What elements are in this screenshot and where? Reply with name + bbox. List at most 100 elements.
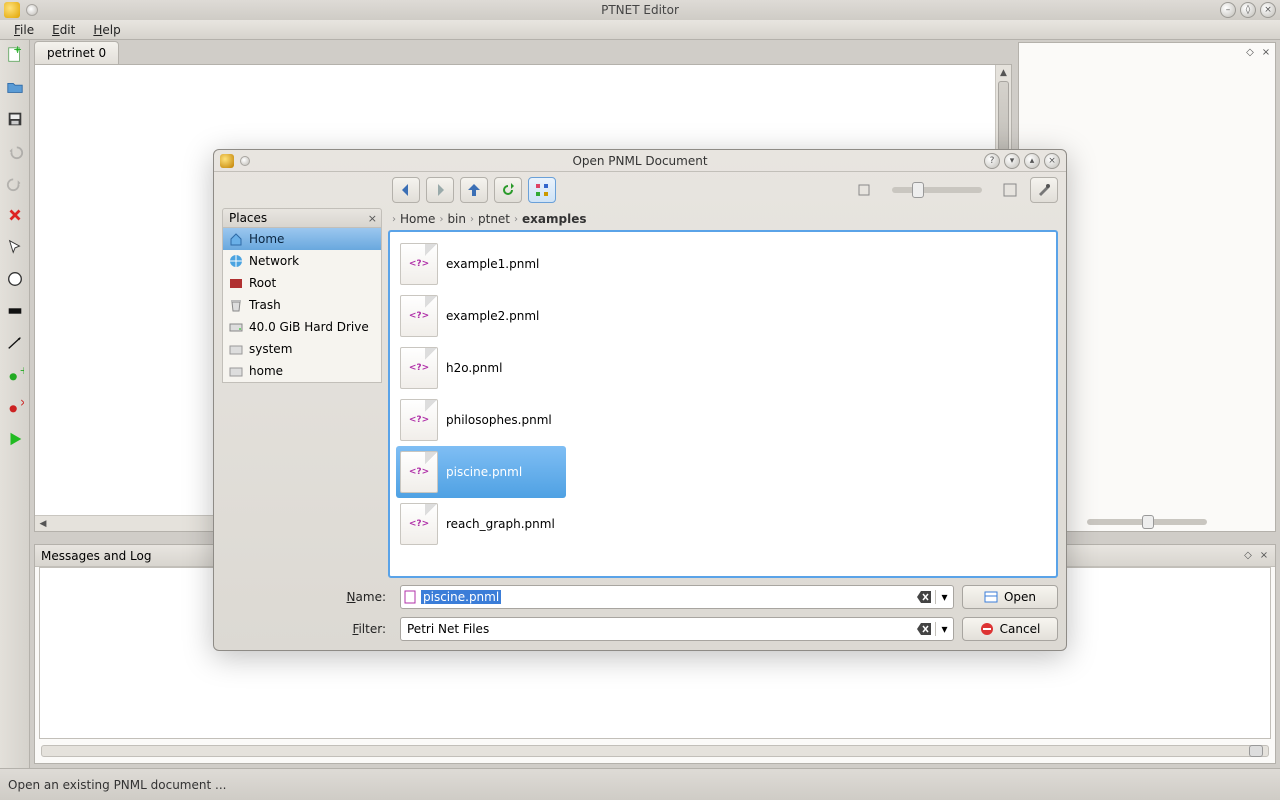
cancel-button-label: Cancel: [1000, 622, 1041, 636]
places-header: Places ×: [222, 208, 382, 228]
nav-back-button[interactable]: [392, 177, 420, 203]
redo-button: [4, 172, 26, 194]
delete-button[interactable]: [4, 204, 26, 226]
file-item[interactable]: <?>example1.pnml: [396, 238, 566, 290]
maximize-button[interactable]: ◊: [1240, 2, 1256, 18]
clear-name-icon[interactable]: [913, 591, 935, 603]
places-item-network[interactable]: Network: [223, 250, 381, 272]
pnml-file-icon: <?>: [400, 503, 438, 545]
places-item-trash[interactable]: Trash: [223, 294, 381, 316]
pointer-tool-button[interactable]: [4, 236, 26, 258]
messages-detach-icon[interactable]: ◇: [1241, 548, 1255, 562]
titlebar: PTNET Editor – ◊ ×: [0, 0, 1280, 20]
places-item-root[interactable]: Root: [223, 272, 381, 294]
dialog-close-button[interactable]: ×: [1044, 153, 1060, 169]
menu-help[interactable]: Help: [85, 21, 128, 39]
messages-scroll[interactable]: [41, 745, 1269, 757]
places-close-icon[interactable]: ×: [368, 212, 377, 225]
trash-icon: [229, 298, 243, 312]
zoom-out-icon[interactable]: [850, 177, 878, 203]
breadcrumb-ptnet[interactable]: ptnet: [478, 212, 510, 226]
nav-up-button[interactable]: [460, 177, 488, 203]
dialog-app-icon: [220, 154, 234, 168]
network-icon: [229, 254, 243, 268]
home-icon: [229, 232, 243, 246]
places-item-label: Root: [249, 276, 276, 290]
minimize-button[interactable]: –: [1220, 2, 1236, 18]
scroll-thumb[interactable]: [998, 81, 1009, 151]
cancel-button[interactable]: Cancel: [962, 617, 1058, 641]
drive-icon: [229, 320, 243, 334]
nav-reload-button[interactable]: [494, 177, 522, 203]
places-item-system[interactable]: system: [223, 338, 381, 360]
file-name: reach_graph.pnml: [446, 517, 555, 531]
breadcrumb-home[interactable]: Home: [400, 212, 435, 226]
file-name: philosophes.pnml: [446, 413, 552, 427]
breadcrumb-examples[interactable]: examples: [522, 212, 586, 226]
dialog-zoom-slider[interactable]: [892, 187, 982, 193]
dialog-max-button[interactable]: ▴: [1024, 153, 1040, 169]
play-button[interactable]: [4, 428, 26, 450]
file-item[interactable]: <?>piscine.pnml: [396, 446, 566, 498]
open-doc-button[interactable]: [4, 76, 26, 98]
statusbar: Open an existing PNML document ...: [0, 768, 1280, 800]
open-file-dialog: Open PNML Document ? ▾ ▴ × Places × Home…: [213, 149, 1067, 651]
breadcrumb-bin[interactable]: bin: [447, 212, 466, 226]
tab-petrinet-0[interactable]: petrinet 0: [34, 41, 119, 64]
filter-dropdown-icon[interactable]: ▾: [935, 622, 953, 636]
file-item[interactable]: <?>philosophes.pnml: [396, 394, 566, 446]
zoom-slider[interactable]: [1087, 519, 1207, 525]
pnml-file-icon: <?>: [400, 243, 438, 285]
pnml-file-icon: <?>: [400, 347, 438, 389]
root-icon: [229, 276, 243, 290]
clear-filter-icon[interactable]: [913, 623, 935, 635]
panel-detach-icon[interactable]: ◇: [1243, 45, 1257, 59]
scroll-up-icon[interactable]: ▲: [996, 65, 1011, 81]
places-item-home[interactable]: Home: [223, 228, 381, 250]
breadcrumb-sep-icon: ›: [514, 214, 518, 225]
dialog-dot-icon: [240, 156, 250, 166]
status-text: Open an existing PNML document ...: [8, 778, 226, 792]
menu-file[interactable]: File: [6, 21, 42, 39]
settings-button[interactable]: [1030, 177, 1058, 203]
file-list[interactable]: <?>example1.pnml<?>example2.pnml<?>h2o.p…: [388, 230, 1058, 578]
places-item-label: Home: [249, 232, 284, 246]
place-tool-button[interactable]: [4, 268, 26, 290]
new-doc-button[interactable]: +: [4, 44, 26, 66]
places-item-home[interactable]: home: [223, 360, 381, 382]
titlebar-dot-icon: [26, 4, 38, 16]
pnml-file-icon: <?>: [400, 451, 438, 493]
menu-edit[interactable]: Edit: [44, 21, 83, 39]
panel-close-icon[interactable]: ×: [1259, 45, 1273, 59]
file-item[interactable]: <?>h2o.pnml: [396, 342, 566, 394]
view-icons-button[interactable]: [528, 177, 556, 203]
open-button-label: Open: [1004, 590, 1036, 604]
zoom-in-icon[interactable]: [996, 177, 1024, 203]
svg-text:×: ×: [19, 398, 24, 409]
file-item[interactable]: <?>example2.pnml: [396, 290, 566, 342]
transition-tool-button[interactable]: [4, 300, 26, 322]
filter-select[interactable]: Petri Net Files ▾: [400, 617, 954, 641]
name-dropdown-icon[interactable]: ▾: [935, 590, 953, 604]
nav-forward-button[interactable]: [426, 177, 454, 203]
places-item-40-0-gib-hard-drive[interactable]: 40.0 GiB Hard Drive: [223, 316, 381, 338]
dialog-title: Open PNML Document: [572, 154, 707, 168]
dialog-min-button[interactable]: ▾: [1004, 153, 1020, 169]
add-token-button[interactable]: +: [4, 364, 26, 386]
close-button[interactable]: ×: [1260, 2, 1276, 18]
messages-close-icon[interactable]: ×: [1257, 548, 1271, 562]
dialog-help-button[interactable]: ?: [984, 153, 1000, 169]
open-button[interactable]: Open: [962, 585, 1058, 609]
dialog-zoom-knob[interactable]: [912, 182, 924, 198]
zoom-knob[interactable]: [1142, 515, 1154, 529]
breadcrumb-sep-icon: ›: [470, 214, 474, 225]
scroll-left-icon[interactable]: ◀: [35, 516, 51, 531]
remove-token-button[interactable]: ×: [4, 396, 26, 418]
file-item[interactable]: <?> reach_graph.pnml: [396, 498, 566, 550]
save-doc-button[interactable]: [4, 108, 26, 130]
places-item-label: Network: [249, 254, 299, 268]
breadcrumb-sep-icon: ›: [439, 214, 443, 225]
app-icon: [4, 2, 20, 18]
arc-tool-button[interactable]: [4, 332, 26, 354]
name-input[interactable]: piscine.pnml ▾: [400, 585, 954, 609]
